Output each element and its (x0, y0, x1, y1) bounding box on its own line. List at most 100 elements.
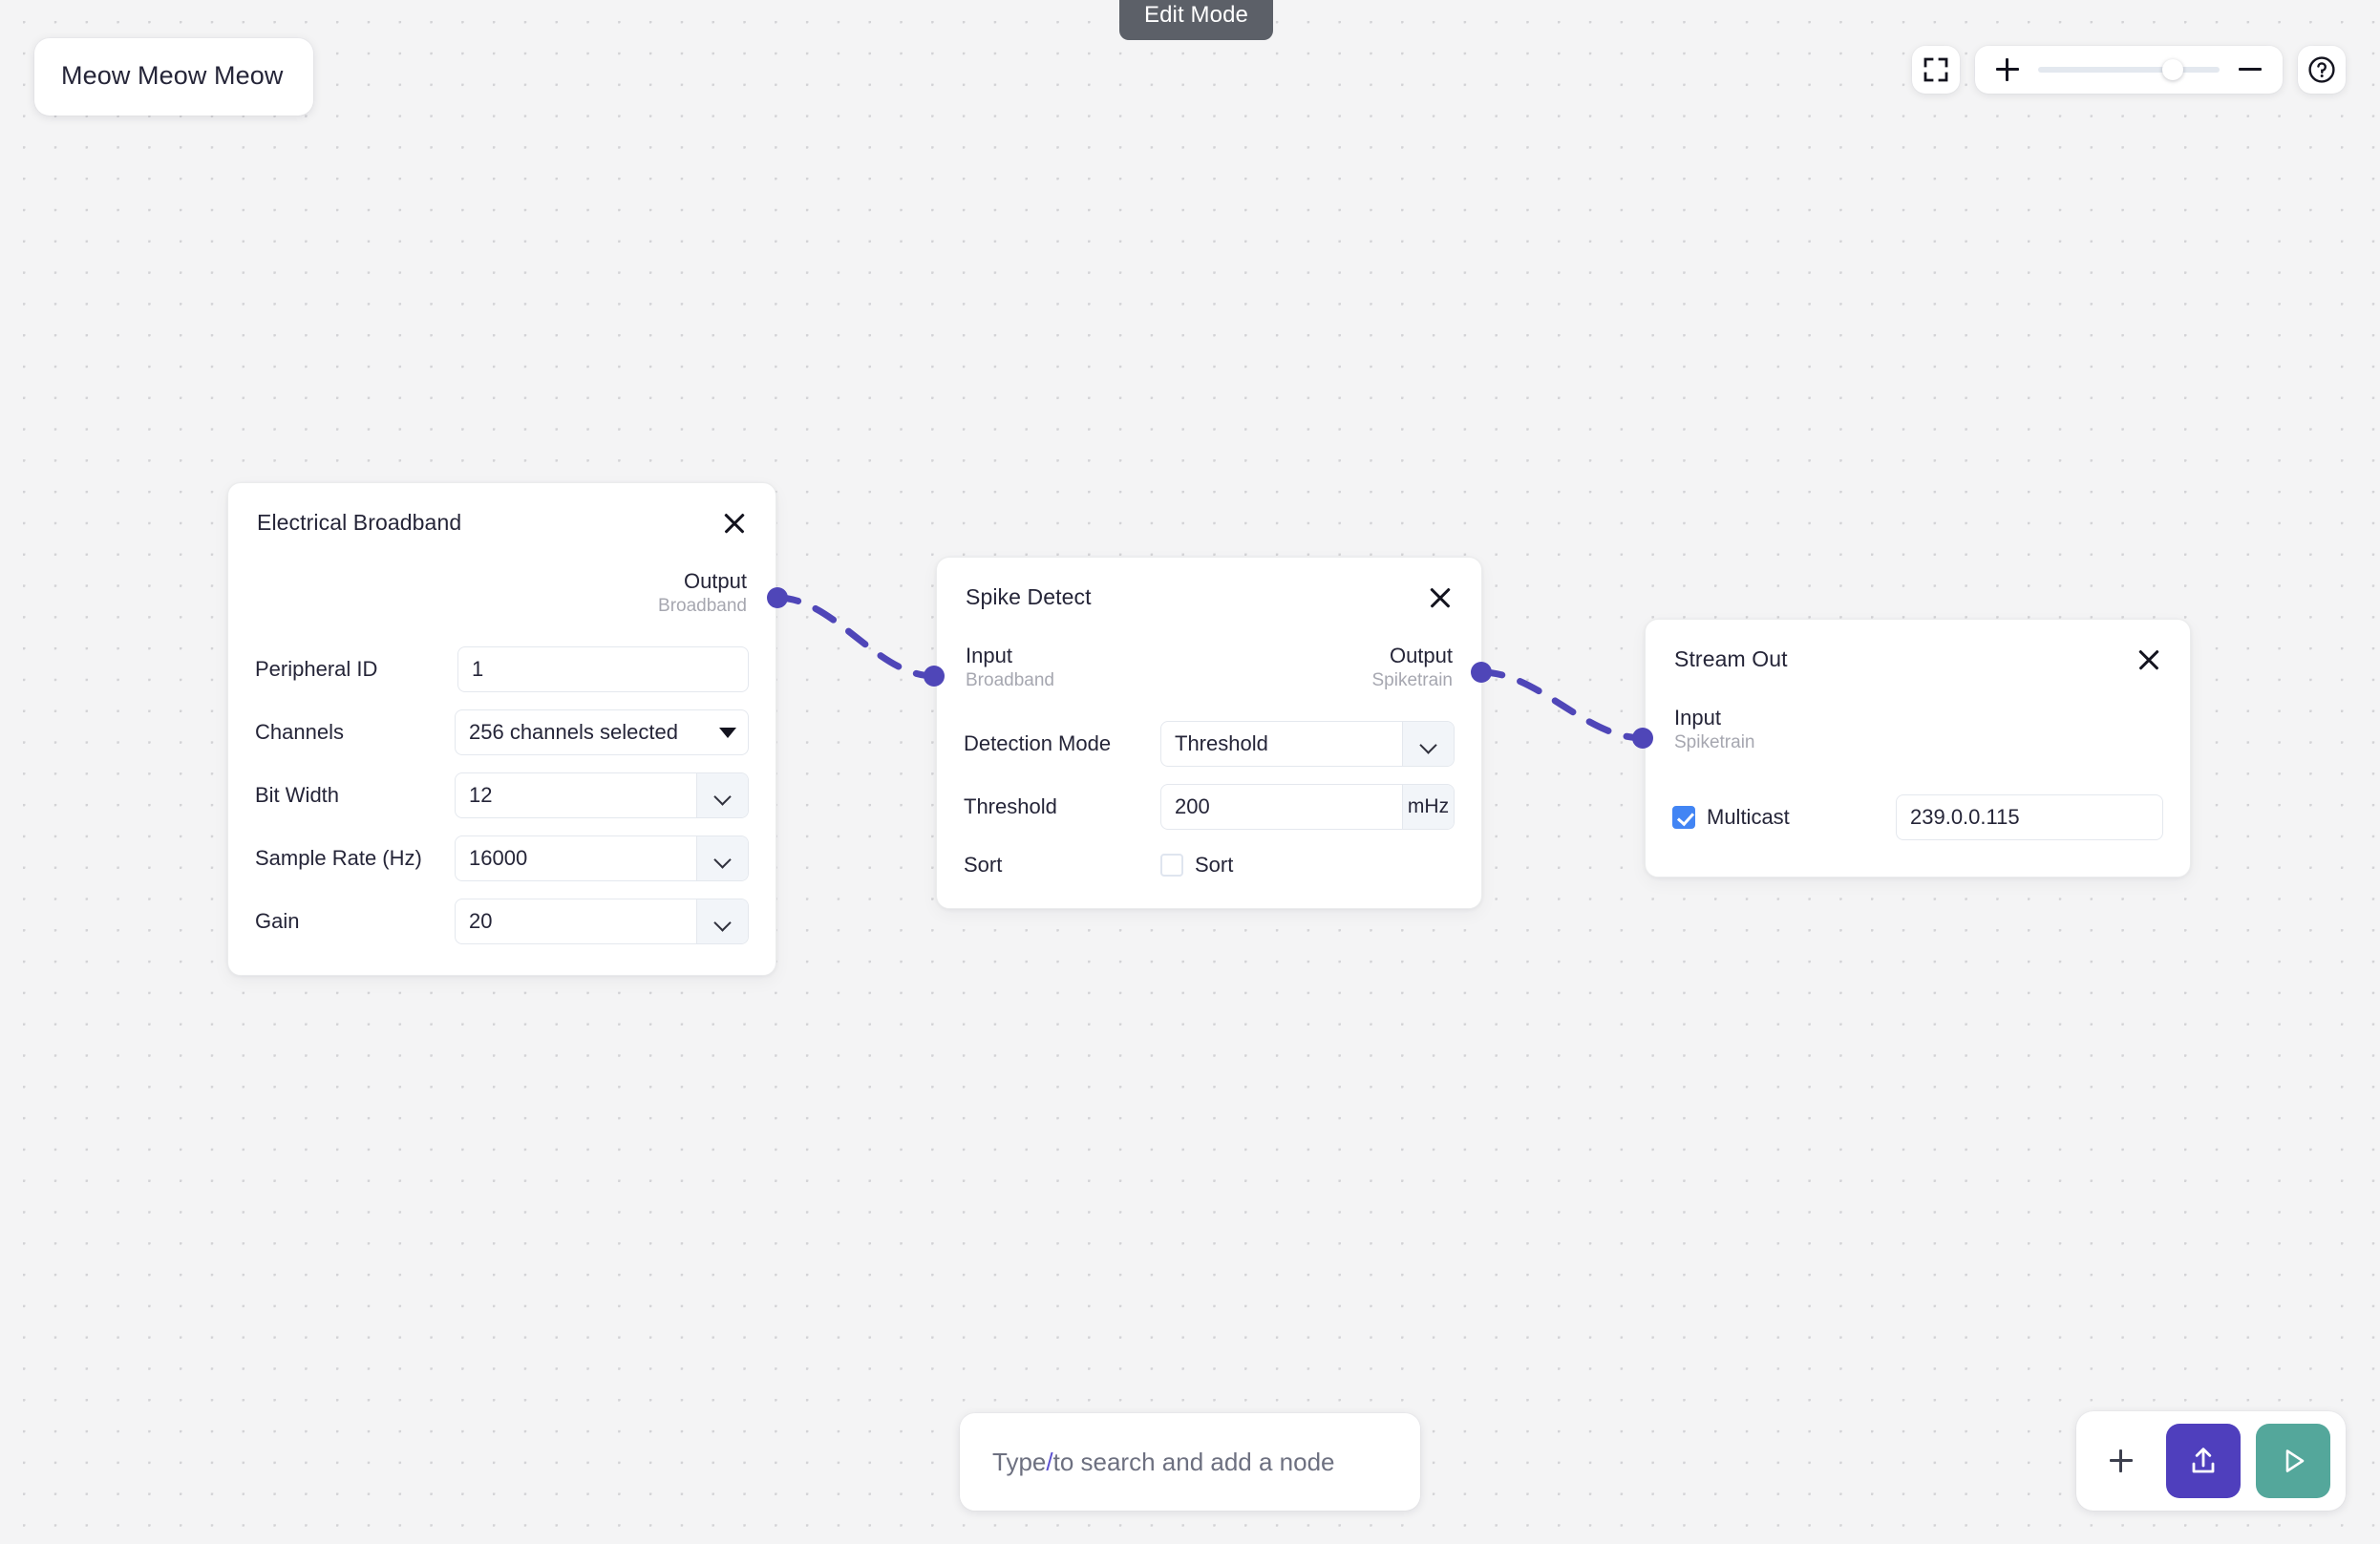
bit-width-value: 12 (469, 783, 493, 808)
bit-width-combo[interactable]: 12 (455, 772, 749, 819)
field-sample-rate: Sample Rate (Hz) 16000 (255, 835, 749, 882)
node-fields: Multicast 239.0.0.115 (1646, 754, 2190, 877)
zoom-slider-thumb[interactable] (2161, 59, 2183, 80)
pipeline-title[interactable]: Meow Meow Meow (34, 38, 313, 116)
plus-icon (2110, 1449, 2133, 1472)
output-port[interactable]: Output Broadband (658, 568, 747, 618)
upload-button[interactable] (2166, 1424, 2241, 1498)
node-stream-out[interactable]: Stream Out Input Spiketrain Multicast 23… (1645, 619, 2191, 878)
detection-mode-value: Threshold (1175, 731, 1268, 756)
zoom-slider-group[interactable] (1975, 46, 2283, 94)
field-sort: Sort Sort (964, 853, 1455, 878)
search-input[interactable]: Type / to search and add a node (960, 1413, 1420, 1511)
output-handle-electrical-broadband[interactable] (767, 587, 788, 608)
field-label: Channels (255, 720, 344, 745)
output-port-type: Broadband (658, 596, 747, 617)
field-multicast: Multicast 239.0.0.115 (1672, 794, 2163, 841)
sort-checkbox-row[interactable]: Sort (1160, 853, 1233, 878)
play-icon (2285, 1449, 2305, 1472)
field-gain: Gain 20 (255, 899, 749, 945)
close-icon[interactable] (722, 511, 747, 536)
gain-value: 20 (469, 909, 493, 934)
search-slash-hint: / (1046, 1447, 1053, 1476)
field-bit-width: Bit Width 12 (255, 772, 749, 819)
input-port[interactable]: Input Broadband (966, 643, 1054, 692)
sort-checkbox-label: Sort (1195, 853, 1234, 878)
input-port-type: Spiketrain (1674, 732, 1755, 753)
output-port[interactable]: Output Spiketrain (1372, 643, 1454, 692)
node-fields: Detection Mode Threshold Threshold 200 m… (937, 692, 1481, 908)
sample-rate-value: 16000 (469, 846, 528, 871)
channels-select-value: 256 channels selected (469, 720, 678, 745)
node-spike-detect[interactable]: Spike Detect Input Broadband Output Spik… (936, 557, 1482, 910)
help-button[interactable] (2298, 46, 2346, 94)
node-title: Stream Out (1674, 646, 1788, 671)
multicast-checkbox[interactable] (1672, 806, 1695, 830)
field-label: Gain (255, 909, 300, 934)
zoom-out-icon[interactable] (2239, 58, 2262, 81)
multicast-checkbox-row[interactable]: Multicast (1672, 805, 1790, 830)
output-port-name: Output (683, 569, 747, 593)
field-label: Peripheral ID (255, 657, 378, 682)
field-detection-mode: Detection Mode Threshold (964, 721, 1455, 768)
edge-spikedetect-to-streamout (1477, 668, 1647, 742)
edge-broadband-to-spikedetect (774, 594, 938, 680)
action-toolbar (2076, 1411, 2346, 1511)
fit-view-icon (1923, 57, 1948, 82)
zoom-slider[interactable] (2038, 59, 2220, 80)
edit-mode-badge: Edit Mode (1119, 0, 1273, 40)
viewport-controls (1912, 46, 2346, 94)
field-threshold: Threshold 200 mHz (964, 784, 1455, 831)
input-handle-stream-out[interactable] (1632, 728, 1653, 749)
output-handle-spike-detect[interactable] (1471, 662, 1492, 683)
gain-combo[interactable]: 20 (455, 899, 749, 945)
sort-checkbox[interactable] (1160, 854, 1183, 878)
node-electrical-broadband[interactable]: Electrical Broadband Output Broadband Pe… (227, 482, 776, 977)
pipeline-canvas[interactable]: Electrical Broadband Output Broadband Pe… (0, 0, 2380, 1544)
node-ports: Input Spiketrain (1646, 672, 2190, 754)
output-port-name: Output (1389, 644, 1453, 667)
field-label: Threshold (964, 794, 1057, 819)
node-title: Electrical Broadband (257, 510, 462, 535)
question-mark-circle-icon (2308, 56, 2335, 83)
chevron-down-icon[interactable] (696, 899, 748, 944)
field-channels: Channels 256 channels selected (255, 709, 749, 756)
input-port-name: Input (1674, 706, 1721, 730)
node-fields: Peripheral ID 1 Channels 256 channels se… (228, 618, 776, 975)
field-peripheral-id: Peripheral ID 1 (255, 646, 749, 693)
threshold-value: 200 (1175, 794, 1210, 819)
add-node-button[interactable] (2092, 1427, 2151, 1495)
threshold-unit: mHz (1402, 785, 1454, 830)
input-port-name: Input (966, 644, 1012, 667)
output-port-type: Spiketrain (1371, 670, 1454, 691)
node-title: Spike Detect (966, 584, 1092, 609)
search-placeholder-prefix: Type (992, 1447, 1047, 1476)
multicast-address-input[interactable]: 239.0.0.115 (1896, 794, 2163, 841)
peripheral-id-input[interactable]: 1 (457, 646, 749, 693)
field-label: Sample Rate (Hz) (255, 846, 422, 871)
node-ports: Input Broadband Output Spiketrain (937, 610, 1481, 692)
node-header: Stream Out (1646, 620, 2190, 672)
chevron-down-icon[interactable] (1402, 722, 1454, 767)
node-header: Electrical Broadband (228, 483, 776, 536)
run-button[interactable] (2256, 1424, 2330, 1498)
chevron-down-icon[interactable] (696, 773, 748, 818)
field-label: Detection Mode (964, 731, 1112, 756)
close-icon[interactable] (2136, 647, 2161, 672)
chevron-down-icon[interactable] (696, 836, 748, 881)
multicast-checkbox-label: Multicast (1707, 805, 1790, 830)
node-header: Spike Detect (937, 558, 1481, 610)
detection-mode-combo[interactable]: Threshold (1160, 721, 1455, 768)
sample-rate-combo[interactable]: 16000 (455, 835, 749, 882)
field-label: Sort (964, 853, 1003, 878)
caret-down-icon (719, 727, 736, 738)
channels-select[interactable]: 256 channels selected (455, 709, 749, 756)
zoom-in-icon[interactable] (1996, 58, 2019, 81)
fit-view-button[interactable] (1912, 46, 1960, 94)
threshold-combo[interactable]: 200 mHz (1160, 784, 1455, 831)
input-port[interactable]: Input Spiketrain (1674, 705, 1755, 754)
input-handle-spike-detect[interactable] (924, 666, 945, 687)
node-ports: Output Broadband (228, 536, 776, 618)
input-port-type: Broadband (966, 670, 1054, 691)
close-icon[interactable] (1428, 585, 1453, 610)
